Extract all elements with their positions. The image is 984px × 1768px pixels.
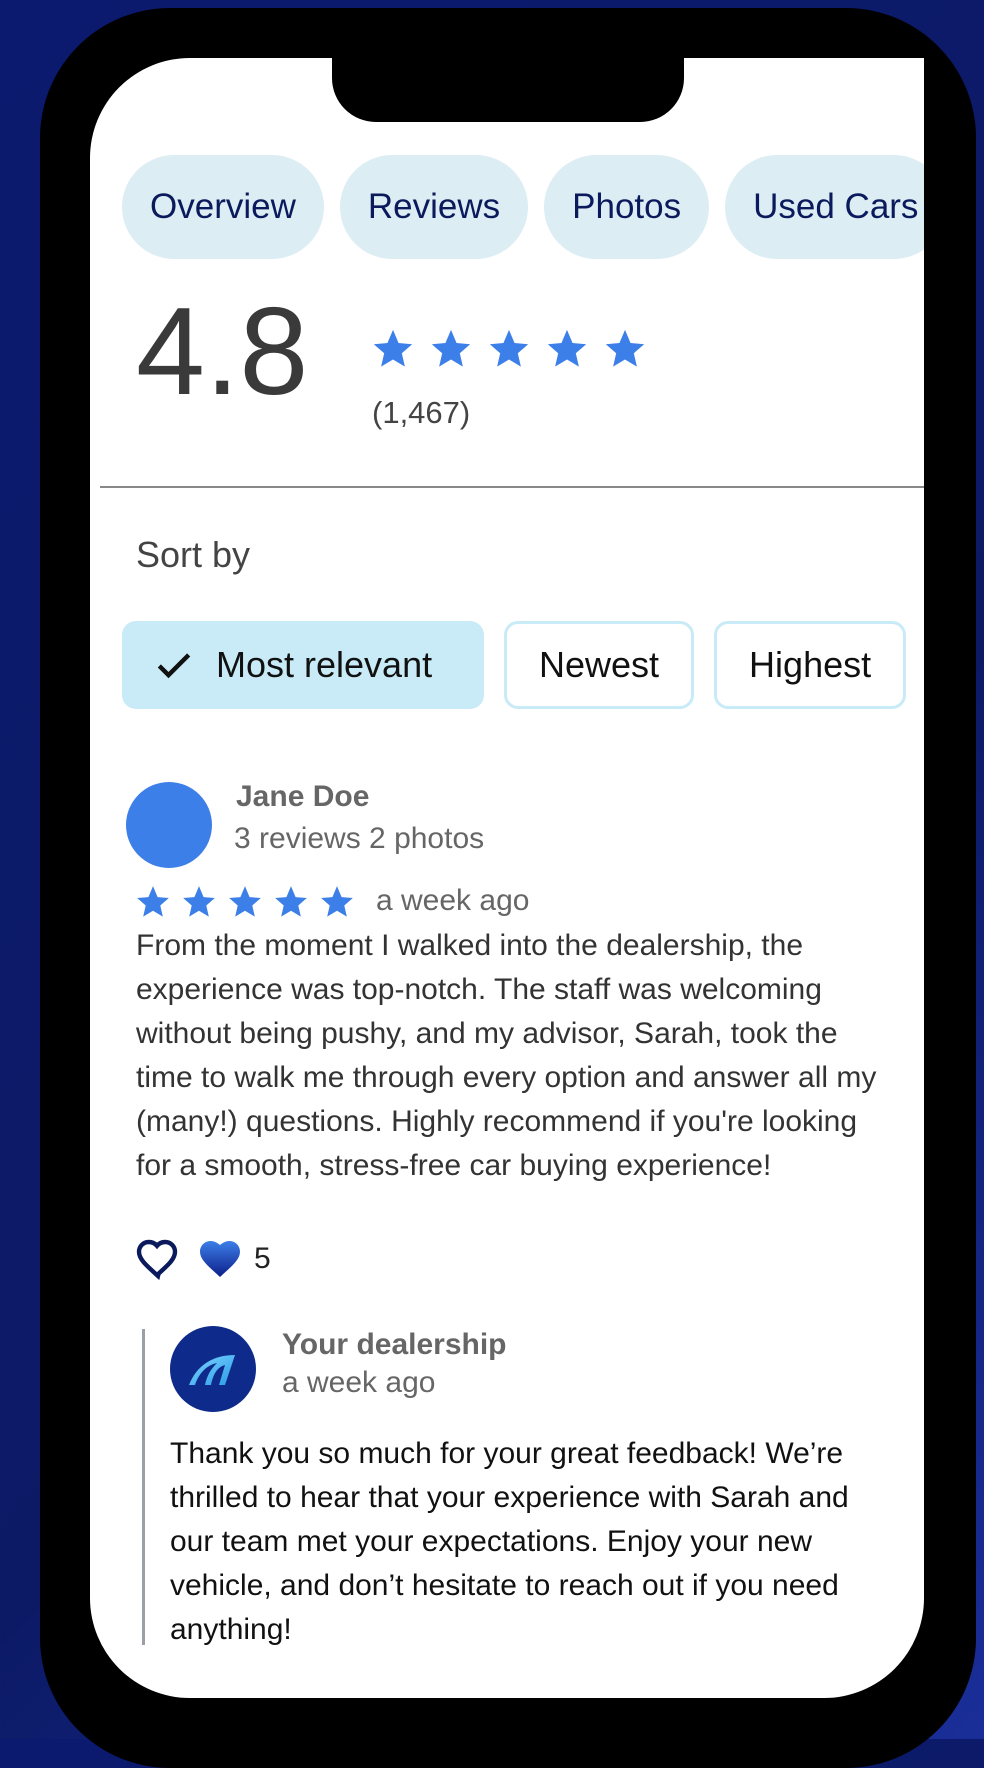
star-icon: [373, 329, 413, 367]
tab-photos[interactable]: Photos: [544, 155, 710, 259]
review-date: a week ago: [376, 884, 530, 917]
tab-bar: Overview Reviews Photos Used Cars: [122, 155, 924, 259]
chip-label: Highest: [749, 644, 872, 685]
like-count: 5: [254, 1242, 271, 1275]
logo-mark-icon: [189, 1355, 235, 1385]
tab-overview[interactable]: Overview: [122, 155, 324, 259]
check-icon: [157, 653, 191, 679]
reply-author: Your dealership: [282, 1328, 507, 1361]
star-icon: [229, 886, 261, 917]
sort-label: Sort by: [136, 534, 251, 575]
sort-highest-chip[interactable]: Highest: [714, 621, 907, 709]
avatar[interactable]: [126, 782, 212, 868]
star-icon: [431, 329, 471, 367]
rating-stars: [370, 326, 648, 372]
sort-most-relevant-chip[interactable]: Most relevant: [122, 621, 484, 709]
star-icon: [183, 886, 215, 917]
reviewer-name[interactable]: Jane Doe: [236, 780, 369, 814]
star-icon: [137, 886, 169, 917]
tab-reviews[interactable]: Reviews: [339, 155, 529, 259]
sort-newest-chip[interactable]: Newest: [504, 621, 695, 709]
reviewer-meta: 3 reviews 2 photos: [234, 822, 485, 855]
chip-label: Newest: [539, 644, 660, 685]
star-icon: [605, 329, 645, 367]
average-rating: 4.8: [136, 283, 309, 421]
review-text: From the moment I walked into the dealer…: [136, 929, 877, 1182]
rating-count: (1,467): [372, 395, 471, 430]
star-icon: [547, 329, 587, 367]
divider: [100, 486, 924, 488]
reply-indent-bar: [142, 1329, 145, 1645]
screen: Overview Reviews Photos Used Cars 4.8 (1…: [90, 58, 924, 1698]
heart-filled-icon[interactable]: [196, 1235, 244, 1283]
star-icon: [321, 886, 353, 917]
tab-used-cars[interactable]: Used Cars: [725, 155, 924, 259]
review-stars: [134, 883, 356, 921]
sort-options: Most relevant Newest Highest: [122, 621, 907, 709]
heart-outline-icon[interactable]: [134, 1235, 182, 1283]
chip-label: Most relevant: [216, 644, 433, 685]
dealership-logo-icon: [170, 1326, 256, 1412]
star-icon: [275, 886, 307, 917]
star-icon: [489, 329, 529, 367]
phone-notch: [332, 58, 684, 122]
reactions: 5: [134, 1235, 271, 1283]
reply-date: a week ago: [282, 1366, 436, 1399]
reply-text: Thank you so much for your great feedbac…: [170, 1437, 849, 1646]
